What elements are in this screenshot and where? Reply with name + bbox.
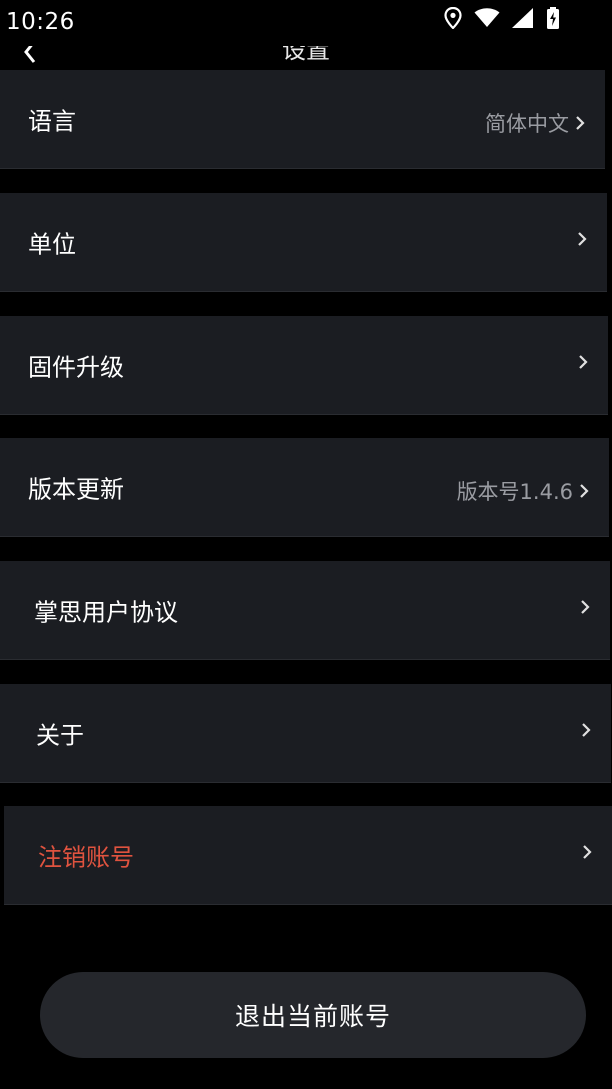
- settings-row-language[interactable]: 语言 简体中文: [0, 70, 605, 169]
- settings-row-about[interactable]: 关于: [0, 684, 611, 783]
- row-label: 固件升级: [28, 353, 124, 382]
- logout-label: 退出当前账号: [234, 1003, 391, 1031]
- row-label: 注销账号: [38, 843, 134, 872]
- row-right: [576, 844, 592, 860]
- chevron-right-icon: [580, 484, 589, 498]
- row-label: 语言: [28, 107, 76, 136]
- location-icon: [444, 7, 462, 29]
- row-right: 版本号1.4.6: [457, 476, 589, 506]
- chevron-right-icon: [578, 232, 587, 246]
- status-icons: [444, 6, 560, 30]
- settings-row-version-update[interactable]: 版本更新 版本号1.4.6: [0, 438, 609, 537]
- row-right: 简体中文: [485, 108, 585, 138]
- row-value: 简体中文: [485, 112, 569, 136]
- row-label: 单位: [28, 230, 76, 259]
- wifi-icon: [474, 8, 500, 27]
- chevron-right-icon: [576, 116, 585, 130]
- settings-row-firmware-upgrade[interactable]: 固件升级: [0, 316, 608, 415]
- settings-screen: 10:26 设置 语言 简体中文 单位 固件升级 版本更新 版本号1.4.6 掌…: [0, 0, 612, 1089]
- settings-row-user-agreement[interactable]: 掌思用户协议: [0, 561, 610, 660]
- row-value: 版本号1.4.6: [456, 480, 573, 504]
- row-label: 关于: [36, 721, 84, 750]
- cellular-signal-icon: [512, 8, 533, 28]
- settings-row-unit[interactable]: 单位: [0, 193, 607, 292]
- row-label: 版本更新: [28, 475, 124, 504]
- status-time: 10:26: [6, 9, 75, 35]
- logout-button[interactable]: 退出当前账号: [40, 972, 586, 1058]
- row-label: 掌思用户协议: [34, 598, 178, 627]
- row-right: [574, 599, 590, 615]
- chevron-right-icon: [583, 845, 592, 859]
- row-right: [571, 231, 587, 247]
- battery-charging-icon: [547, 7, 559, 29]
- chevron-right-icon: [581, 600, 590, 614]
- row-right: [572, 354, 588, 370]
- status-bar: 10:26: [0, 0, 612, 46]
- chevron-right-icon: [582, 723, 591, 737]
- settings-row-delete-account[interactable]: 注销账号: [4, 806, 612, 905]
- chevron-right-icon: [579, 355, 588, 369]
- row-right: [575, 722, 591, 738]
